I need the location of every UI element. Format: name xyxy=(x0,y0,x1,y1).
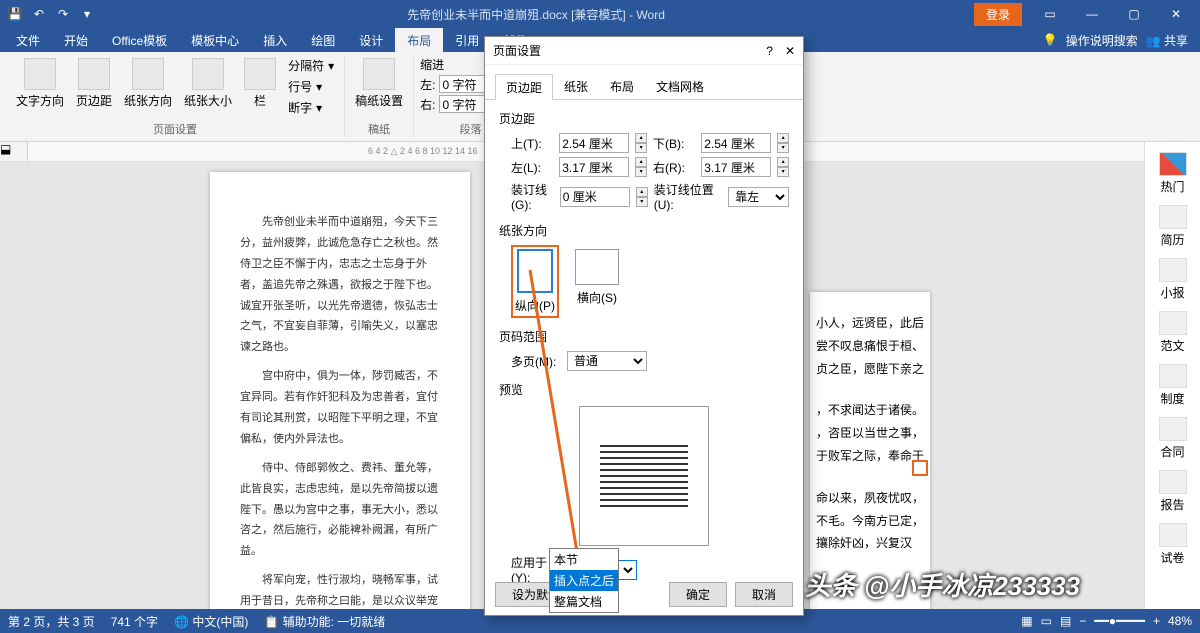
sidepanel-contract[interactable]: 合同 xyxy=(1149,413,1197,464)
margin-top-input[interactable] xyxy=(559,133,629,153)
status-a11y[interactable]: 📋 辅助功能: 一切就绪 xyxy=(264,613,385,630)
qat-dropdown-icon[interactable]: ▾ xyxy=(76,3,98,25)
zoom-level[interactable]: 48% xyxy=(1168,614,1192,628)
section-range-title: 页码范围 xyxy=(499,328,789,345)
indent-left-input[interactable] xyxy=(439,75,489,93)
text-direction-button[interactable]: 文字方向 xyxy=(12,56,68,111)
tab-home[interactable]: 开始 xyxy=(52,28,100,53)
sidepanel-system[interactable]: 制度 xyxy=(1149,360,1197,411)
dialog-tab-paper[interactable]: 纸张 xyxy=(553,73,599,99)
breaks-button[interactable]: 分隔符 ▾ xyxy=(284,56,338,75)
hyphen-button[interactable]: 断字 ▾ xyxy=(284,98,338,117)
ribbon-options-icon[interactable]: ▭ xyxy=(1030,0,1070,28)
ruler-corner[interactable]: ⬓ xyxy=(0,142,28,161)
group-label-pagesetup: 页面设置 xyxy=(12,121,338,137)
window-title: 先帝创业未半而中道崩殂.docx [兼容模式] - Word xyxy=(98,6,974,23)
zoom-in-icon[interactable]: + xyxy=(1153,614,1160,628)
margins-button[interactable]: 页边距 xyxy=(72,56,116,111)
status-lang[interactable]: 🌐 中文(中国) xyxy=(174,613,248,630)
applyto-option-afterpoint[interactable]: 插入点之后 xyxy=(550,570,618,591)
manuscript-button[interactable]: 稿纸设置 xyxy=(351,56,407,111)
undo-icon[interactable]: ↶ xyxy=(28,3,50,25)
view-print-icon[interactable]: ▦ xyxy=(1021,614,1032,628)
sidepanel-news[interactable]: 小报 xyxy=(1149,254,1197,305)
view-web-icon[interactable]: ▤ xyxy=(1060,614,1071,628)
view-read-icon[interactable]: ▭ xyxy=(1041,614,1052,628)
dialog-tab-layout[interactable]: 布局 xyxy=(599,73,645,99)
gutter-input[interactable] xyxy=(560,187,630,207)
multipage-select[interactable]: 普通 xyxy=(567,351,647,371)
linenum-button[interactable]: 行号 ▾ xyxy=(284,77,338,96)
margin-bottom-input[interactable] xyxy=(701,133,771,153)
dialog-help-icon[interactable]: ? xyxy=(766,44,773,58)
redo-icon[interactable]: ↷ xyxy=(52,3,74,25)
page-2: 小人，远贤臣，此后尝不叹息痛恨于桓、贞之臣，愿陛下亲之 ，不求闻达于诸侯。，咨臣… xyxy=(810,292,930,609)
tellme-search[interactable]: 操作说明搜索 xyxy=(1066,32,1138,49)
tab-file[interactable]: 文件 xyxy=(4,28,52,53)
watermark-text: 头条 @小手冰凉233333 xyxy=(805,566,1080,603)
applyto-dropdown: 本节 插入点之后 整篇文档 xyxy=(549,548,619,613)
section-orient-title: 纸张方向 xyxy=(499,222,789,239)
dialog-close-icon[interactable]: ✕ xyxy=(785,44,795,58)
minimize-icon[interactable]: — xyxy=(1072,0,1112,28)
dialog-tab-margin[interactable]: 页边距 xyxy=(495,74,553,100)
orientation-button[interactable]: 纸张方向 xyxy=(120,56,176,111)
tab-tplcenter[interactable]: 模板中心 xyxy=(179,28,251,53)
status-page[interactable]: 第 2 页，共 3 页 xyxy=(8,613,95,630)
applyto-option-section[interactable]: 本节 xyxy=(550,549,618,570)
tab-insert[interactable]: 插入 xyxy=(251,28,299,53)
save-icon[interactable]: 💾 xyxy=(4,3,26,25)
size-button[interactable]: 纸张大小 xyxy=(180,56,236,111)
group-label-manuscript: 稿纸 xyxy=(351,121,407,137)
applyto-option-wholedoc[interactable]: 整篇文档 xyxy=(550,591,618,612)
cancel-button[interactable]: 取消 xyxy=(735,582,793,607)
zoom-slider[interactable]: ━━●━━━━ xyxy=(1094,614,1145,628)
indent-title: 缩进 xyxy=(420,56,489,73)
section-preview-title: 预览 xyxy=(499,381,789,398)
indent-right-input[interactable] xyxy=(439,95,489,113)
zoom-out-icon[interactable]: − xyxy=(1079,614,1086,628)
sidepanel-exam[interactable]: 试卷 xyxy=(1149,519,1197,570)
preview-box xyxy=(579,406,709,546)
tellme-icon: 💡 xyxy=(1043,33,1058,47)
sidepanel-hot[interactable]: 热门 xyxy=(1149,148,1197,199)
tab-officetpl[interactable]: Office模板 xyxy=(100,28,179,53)
sidepanel-sample[interactable]: 范文 xyxy=(1149,307,1197,358)
dialog-tab-grid[interactable]: 文档网格 xyxy=(645,73,715,99)
ok-button[interactable]: 确定 xyxy=(669,582,727,607)
login-button[interactable]: 登录 xyxy=(974,3,1022,26)
columns-button[interactable]: 栏 xyxy=(240,56,280,111)
share-button[interactable]: 共享 xyxy=(1164,34,1188,48)
close-icon[interactable]: ✕ xyxy=(1156,0,1196,28)
page-1: 先帝创业未半而中道崩殂，今天下三分，益州疲弊，此诚危急存亡之秋也。然侍卫之臣不懈… xyxy=(210,172,470,609)
margin-left-input[interactable] xyxy=(559,157,629,177)
tab-layout[interactable]: 布局 xyxy=(395,28,443,53)
page-setup-dialog: 页面设置 ? ✕ 页边距 纸张 布局 文档网格 页边距 上(T): ▴▾ 下(B… xyxy=(484,36,804,616)
orientation-landscape-button[interactable]: 横向(S) xyxy=(571,245,623,318)
orientation-portrait-button[interactable]: 纵向(P) xyxy=(511,245,559,318)
status-words[interactable]: 741 个字 xyxy=(111,613,158,630)
dialog-title: 页面设置 xyxy=(493,42,541,59)
gutter-position-select[interactable]: 靠左 xyxy=(728,187,789,207)
maximize-icon[interactable]: ▢ xyxy=(1114,0,1154,28)
tab-draw[interactable]: 绘图 xyxy=(299,28,347,53)
tab-design[interactable]: 设计 xyxy=(347,28,395,53)
template-sidepanel: 热门 简历 小报 范文 制度 合同 报告 试卷 xyxy=(1144,142,1200,609)
section-margin-title: 页边距 xyxy=(499,110,789,127)
sidepanel-resume[interactable]: 简历 xyxy=(1149,201,1197,252)
margin-right-input[interactable] xyxy=(701,157,771,177)
sidepanel-report[interactable]: 报告 xyxy=(1149,466,1197,517)
